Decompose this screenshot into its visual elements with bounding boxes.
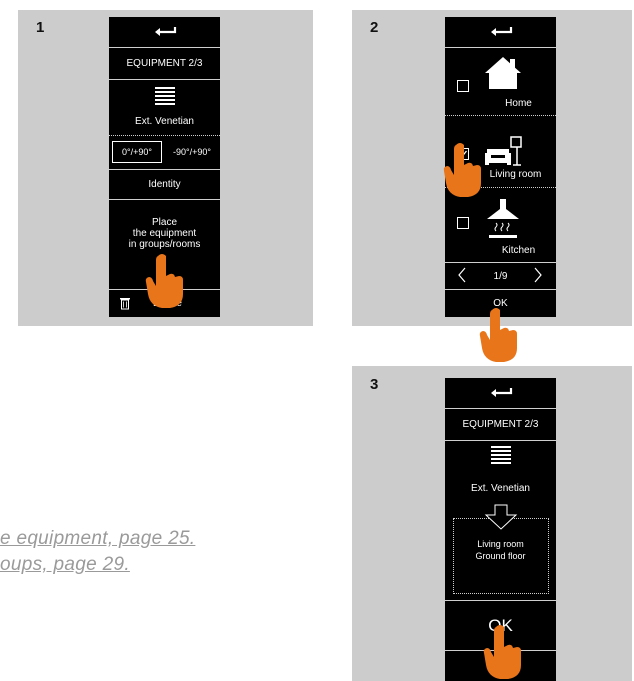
tilt-range-option[interactable]: -90°/+90° xyxy=(165,141,219,163)
kitchen-checkbox[interactable] xyxy=(457,217,469,229)
dotted-separator xyxy=(445,115,556,116)
next-page-button[interactable] xyxy=(533,267,547,285)
assigned-room-name: Living room xyxy=(477,539,524,549)
tap-hand-icon xyxy=(145,254,183,308)
step-3-number: 3 xyxy=(370,376,379,393)
step-1-number: 1 xyxy=(36,19,45,36)
screen-title: EQUIPMENT 2/3 xyxy=(462,418,539,430)
separator xyxy=(445,440,556,441)
place-in-groups-button[interactable]: Place the equipment in groups/rooms xyxy=(109,217,220,250)
home-checkbox[interactable] xyxy=(457,80,469,92)
back-arrow-icon xyxy=(490,388,512,397)
place-label-line-2: the equipment xyxy=(132,228,197,239)
down-arrow-icon xyxy=(484,504,518,530)
back-arrow-icon xyxy=(154,27,176,36)
screen-title: EQUIPMENT 2/3 xyxy=(126,57,203,69)
identity-button[interactable]: Identity xyxy=(109,170,220,198)
venetian-blind-icon xyxy=(445,444,556,468)
separator xyxy=(445,47,556,48)
separator xyxy=(445,262,556,263)
back-button[interactable] xyxy=(445,378,556,408)
venetian-blind-icon xyxy=(109,85,220,109)
separator xyxy=(445,600,556,601)
room-label-living-room: Living room xyxy=(489,168,542,180)
room-label-kitchen: Kitchen xyxy=(501,244,536,256)
kitchen-hood-icon xyxy=(487,199,519,238)
back-arrow-icon xyxy=(490,27,512,36)
device-name: Ext. Venetian xyxy=(135,115,194,127)
place-label-line-1: Place xyxy=(151,217,177,228)
house-icon xyxy=(485,57,521,89)
cross-reference-link[interactable]: oups, page 29. xyxy=(0,554,130,576)
tap-hand-icon xyxy=(479,308,517,362)
tilt-range-option-selected[interactable]: 0°/+90° xyxy=(112,141,162,163)
sofa-lamp-icon xyxy=(485,136,522,166)
place-label-line-3: in groups/rooms xyxy=(128,239,201,250)
assigned-floor-name: Ground floor xyxy=(475,551,526,561)
step-2-number: 2 xyxy=(370,19,379,36)
tap-hand-icon xyxy=(443,143,481,197)
trash-icon xyxy=(120,298,130,310)
back-button[interactable] xyxy=(109,17,220,47)
tap-hand-icon xyxy=(483,625,521,679)
dotted-separator xyxy=(109,135,220,136)
back-button[interactable] xyxy=(445,17,556,47)
chevron-right-icon xyxy=(534,267,542,283)
cross-reference-link[interactable]: e equipment, page 25. xyxy=(0,528,195,550)
separator xyxy=(109,79,220,80)
room-label-home: Home xyxy=(505,97,532,109)
separator xyxy=(109,199,220,200)
device-name: Ext. Venetian xyxy=(471,482,530,494)
